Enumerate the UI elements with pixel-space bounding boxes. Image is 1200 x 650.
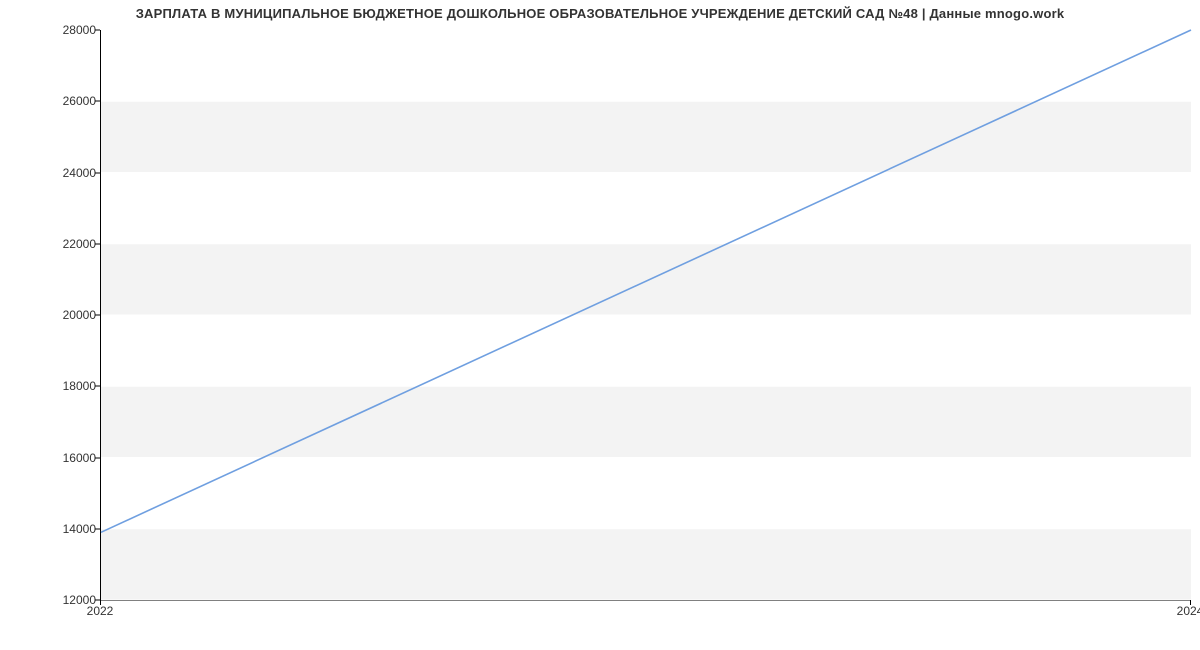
y-tick [95,172,100,173]
y-tick [95,457,100,458]
plot-area [100,30,1191,601]
y-tick-label: 24000 [36,166,96,180]
y-tick-label: 28000 [36,23,96,37]
y-tick [95,315,100,316]
grid-band [101,529,1191,600]
y-tick [95,386,100,387]
y-tick [95,101,100,102]
y-tick [95,243,100,244]
chart-title: ЗАРПЛАТА В МУНИЦИПАЛЬНОЕ БЮДЖЕТНОЕ ДОШКО… [0,6,1200,21]
y-tick-label: 26000 [36,94,96,108]
plot-svg [101,30,1191,600]
y-tick [95,30,100,31]
y-tick-label: 14000 [36,522,96,536]
y-tick-label: 22000 [36,237,96,251]
grid-band [101,244,1191,315]
grid-band [101,386,1191,457]
x-tick-label: 2022 [87,604,114,618]
y-tick-label: 16000 [36,451,96,465]
x-tick [1190,600,1191,605]
y-tick [95,528,100,529]
y-tick-label: 18000 [36,379,96,393]
chart-container: ЗАРПЛАТА В МУНИЦИПАЛЬНОЕ БЮДЖЕТНОЕ ДОШКО… [0,0,1200,630]
grid-band [101,101,1191,172]
x-tick [100,600,101,605]
x-tick-label: 2024 [1177,604,1200,618]
y-tick-label: 20000 [36,308,96,322]
